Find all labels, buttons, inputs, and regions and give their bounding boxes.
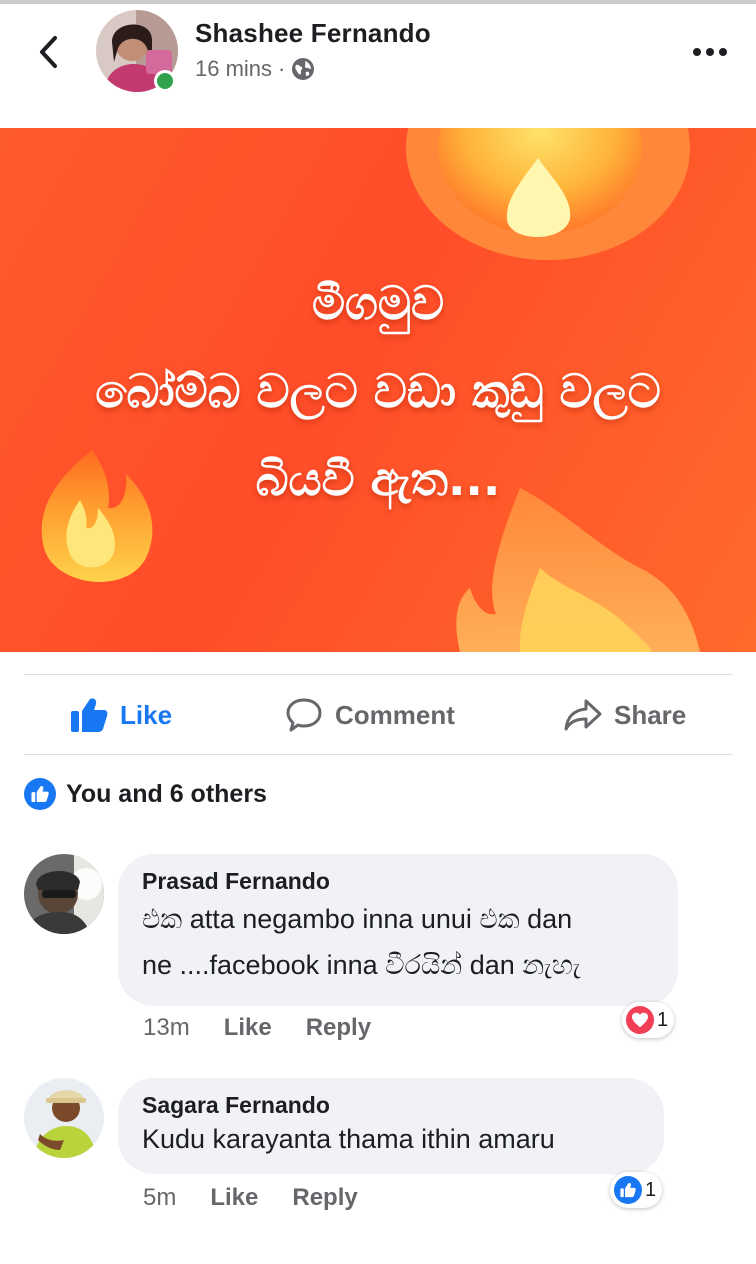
comment-bubble: Sagara Fernando Kudu karayanta thama ith… [118,1078,664,1174]
commenter-name[interactable]: Sagara Fernando [142,1092,640,1119]
author-name[interactable]: Shashee Fernando [195,18,431,49]
comment-time[interactable]: 13m [143,1014,190,1042]
comment-button[interactable]: Comment [285,676,455,754]
meta-separator: · [278,56,286,81]
comment-icon [286,698,322,732]
post-header: Shashee Fernando 16 mins · [0,4,756,128]
share-label: Share [614,699,687,730]
share-arrow-icon [564,699,602,731]
post-action-bar: Like Comment Share [0,676,756,754]
post-time[interactable]: 16 mins [195,56,272,82]
reactions-summary[interactable]: You and 6 others [24,778,267,810]
post-image-text-line2: බෝම්බ වලට වඩා කුඩු වලට [95,364,661,418]
more-dots-icon [693,48,727,56]
author-avatar[interactable] [96,10,178,92]
comment-bubble: Prasad Fernando එක atta negambo inna unu… [118,854,678,1006]
comment-label: Comment [335,699,455,730]
commenter-name[interactable]: Prasad Fernando [142,868,654,895]
online-status-indicator [154,70,176,92]
more-options-button[interactable] [688,34,732,70]
comment-text-line2: ne ....facebook inna වීරයින් dan නැහැ [142,950,581,980]
comment-meta: 13m Like Reply [143,1014,405,1042]
comment-reaction-count[interactable]: 1 [610,1172,663,1208]
back-button[interactable] [28,30,68,74]
reaction-count-value: 1 [657,1008,669,1031]
comment-time[interactable]: 5m [143,1184,176,1212]
share-button[interactable]: Share [564,676,686,754]
reaction-count-value: 1 [645,1178,657,1201]
thumbs-up-icon [71,698,108,732]
like-icon [614,1176,642,1204]
comment-like-button[interactable]: Like [210,1184,258,1212]
comment-reply-button[interactable]: Reply [292,1184,357,1212]
comment-like-button[interactable]: Like [224,1014,272,1042]
comment-reaction-count[interactable]: 1 [622,1002,675,1038]
comment-text-line1: එක atta negambo inna unui එක dan [142,904,573,934]
post-meta: 16 mins · [195,56,315,82]
post-image-text-line3: බියවී ඇත... [255,452,501,506]
globe-icon [292,58,315,80]
like-button[interactable]: Like [70,676,172,754]
commenter-avatar[interactable] [24,1078,104,1158]
comment-meta: 5m Like Reply [143,1184,392,1212]
post-image[interactable]: මීගමුව බෝම්බ වලට වඩා කුඩු වලට බියවී ඇත..… [0,128,756,652]
action-bar-bottom-divider [24,754,732,755]
like-label: Like [120,699,173,730]
chevron-left-icon [40,36,57,68]
action-bar-top-divider [24,674,732,675]
like-reaction-icon [24,778,56,810]
post-image-text-line1: මීගමුව [311,276,445,330]
comment-text-line1: Kudu karayanta thama ithin amaru [142,1124,555,1154]
commenter-avatar[interactable] [24,854,104,934]
reactions-summary-text: You and 6 others [66,779,267,808]
comment-reply-button[interactable]: Reply [306,1014,371,1042]
love-icon [626,1006,654,1034]
